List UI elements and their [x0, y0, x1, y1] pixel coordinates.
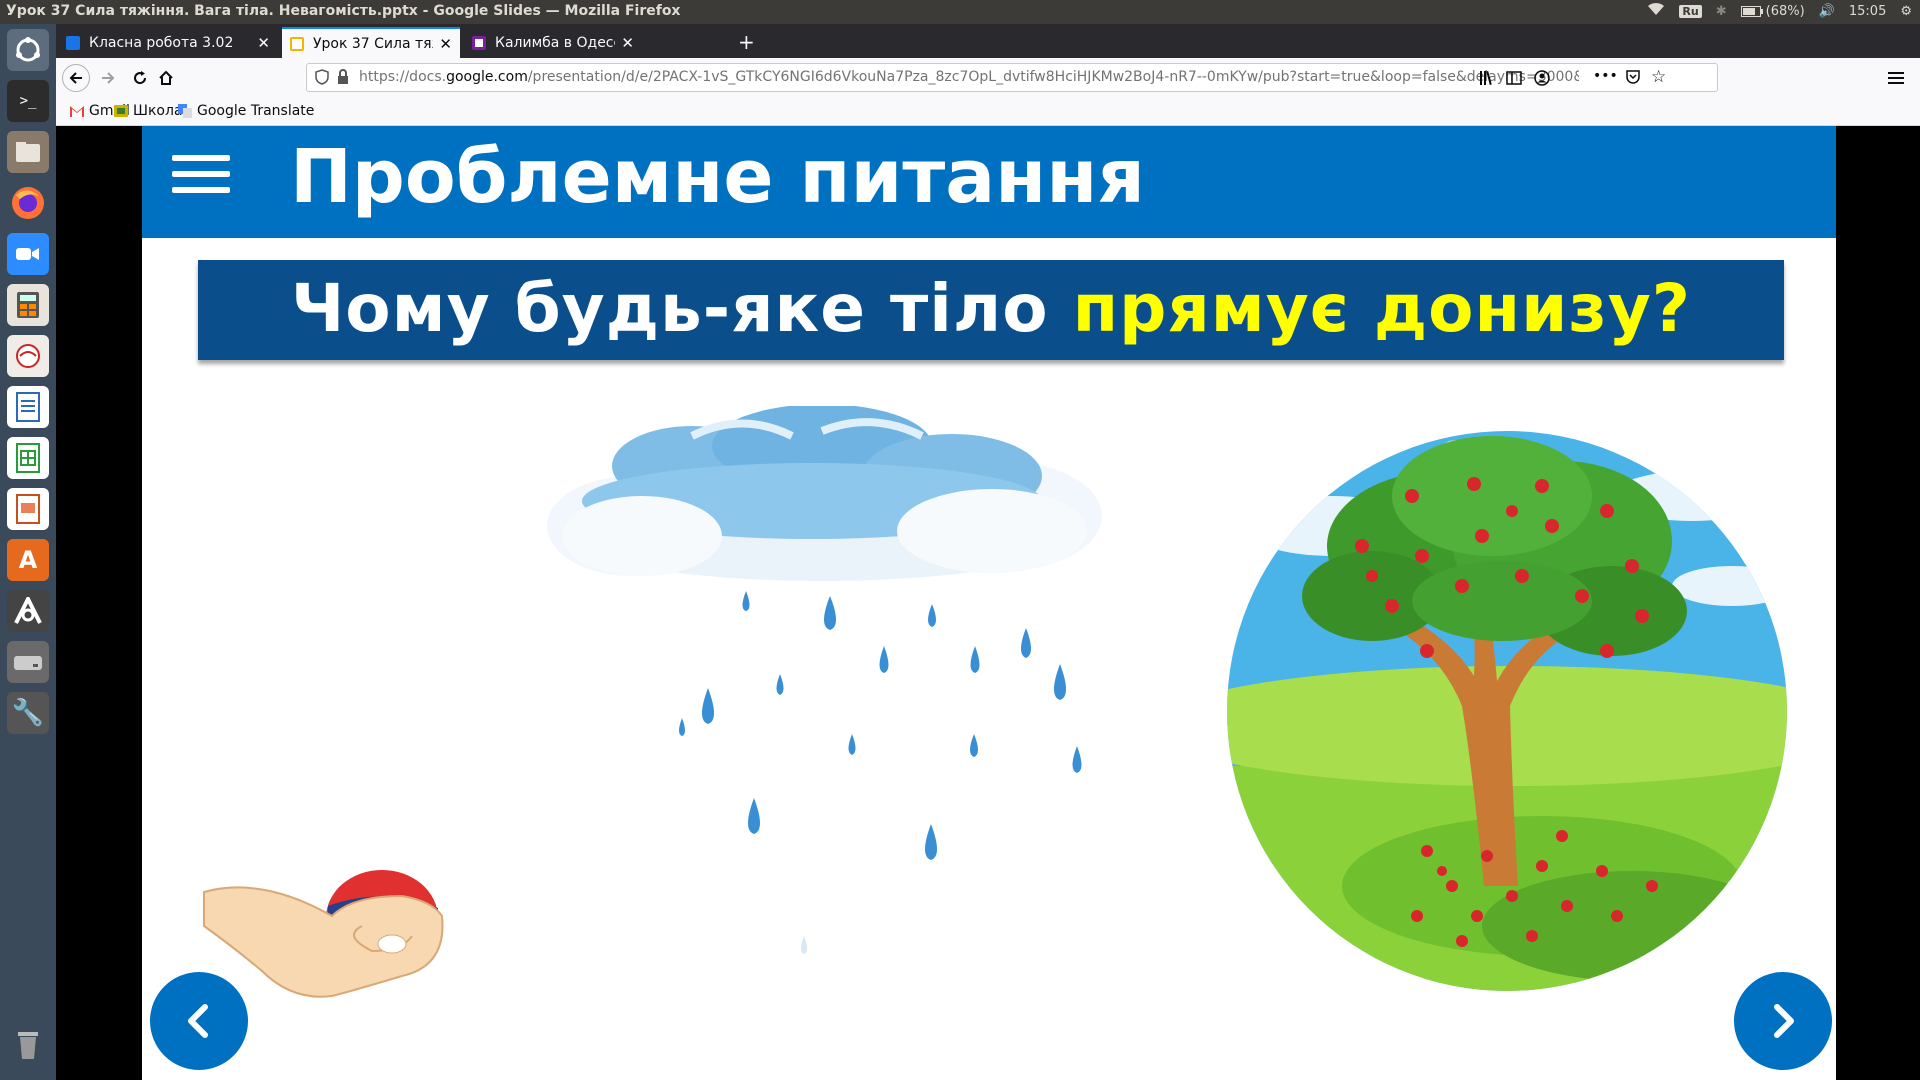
- account-button[interactable]: [1530, 66, 1554, 90]
- impress-icon[interactable]: [7, 488, 49, 530]
- writer-icon[interactable]: [7, 386, 49, 428]
- cloud: [547, 406, 1102, 581]
- close-tab-icon[interactable]: ✕: [621, 34, 634, 52]
- bookmark-google-translate[interactable]: Google Translate: [178, 103, 314, 119]
- tab-kalimba[interactable]: Калимба в Одессе. Цен ✕: [464, 27, 642, 58]
- translate-icon: [178, 104, 192, 118]
- tab-favicon-icon: [66, 35, 80, 50]
- reload-icon: [134, 71, 147, 85]
- previous-slide-button[interactable]: [150, 972, 248, 1070]
- drive-icon[interactable]: [7, 641, 49, 683]
- tab-title: Калимба в Одессе. Цен: [495, 34, 615, 51]
- bluetooth-icon[interactable]: ✱: [1716, 4, 1727, 19]
- system-settings-icon[interactable]: 🔧: [7, 692, 49, 734]
- trash-icon[interactable]: [7, 1024, 49, 1066]
- tab-bar: Класна робота 3.02 ✕ Урок 37 Сила тяжінн…: [56, 24, 1920, 58]
- system-tray: Ru ✱ (68%) 🔊 15:05 ⚙: [1647, 2, 1912, 20]
- folder-icon: [114, 105, 128, 117]
- home-button[interactable]: [154, 66, 178, 90]
- navigation-bar: https://docs.google.com/presentation/d/e…: [56, 58, 1920, 98]
- bookmark-label: Google Translate: [197, 103, 315, 119]
- chevron-right-icon: [1774, 1004, 1794, 1038]
- menu-icon[interactable]: [172, 155, 230, 203]
- pocket-icon[interactable]: [1625, 69, 1641, 89]
- battery-indicator[interactable]: (68%): [1740, 3, 1805, 19]
- chevron-left-icon: [188, 1004, 208, 1038]
- tab-title: Урок 37 Сила тяжіння. В: [313, 35, 433, 52]
- settings-gear-icon[interactable]: ⚙: [1900, 4, 1912, 19]
- hamburger-icon: [1888, 72, 1904, 84]
- window-titlebar: Урок 37 Сила тяжіння. Вага тіла. Невагом…: [0, 0, 1920, 24]
- bookmarks-toolbar: Gmail Школа Google Translate: [56, 98, 1920, 126]
- sidebar-button[interactable]: [1502, 66, 1526, 90]
- library-button[interactable]: [1476, 66, 1500, 90]
- battery-percent: (68%): [1765, 3, 1805, 19]
- calc-spreadsheet-icon[interactable]: [7, 437, 49, 479]
- sidebar-icon: [1506, 71, 1522, 85]
- gmail-icon: [70, 105, 84, 117]
- url-text: https://docs.google.com/presentation/d/e…: [359, 69, 1579, 85]
- next-slide-button[interactable]: [1734, 972, 1832, 1070]
- url-prefix: https://docs.: [359, 69, 447, 85]
- tab-title: Класна робота 3.02: [89, 34, 234, 51]
- bookmark-star-icon[interactable]: ☆: [1651, 67, 1666, 87]
- app-launcher-icon[interactable]: [7, 590, 49, 632]
- question-text-white: Чому будь-яке тіло: [290, 270, 1073, 347]
- software-center-icon[interactable]: A: [7, 539, 49, 581]
- zoom-icon[interactable]: [7, 233, 49, 275]
- slide: Проблемне питання Чому будь-яке тіло пря…: [142, 126, 1836, 1080]
- close-tab-icon[interactable]: ✕: [257, 34, 270, 52]
- app-menu-button[interactable]: [1884, 66, 1908, 90]
- disk-usage-icon[interactable]: [7, 335, 49, 377]
- dash-home-icon[interactable]: [7, 29, 49, 71]
- volume-icon[interactable]: 🔊: [1819, 4, 1835, 19]
- back-button[interactable]: [62, 64, 90, 92]
- forward-button[interactable]: [96, 66, 120, 90]
- close-tab-icon[interactable]: ✕: [439, 35, 452, 53]
- page-actions-button[interactable]: •••: [1593, 68, 1618, 84]
- clock[interactable]: 15:05: [1849, 4, 1886, 19]
- lock-icon[interactable]: [337, 69, 349, 89]
- rain-cloud-illustration: [547, 406, 1102, 954]
- page-content: Проблемне питання Чому будь-яке тіло пря…: [56, 126, 1920, 1080]
- tab-class-work[interactable]: Класна робота 3.02 ✕: [58, 27, 278, 58]
- calculator-icon[interactable]: [7, 284, 49, 326]
- wifi-icon[interactable]: [1647, 2, 1665, 20]
- bookmark-school[interactable]: Школа: [114, 103, 183, 119]
- tracking-shield-icon[interactable]: [315, 69, 329, 89]
- file-manager-icon[interactable]: [7, 131, 49, 173]
- new-tab-icon[interactable]: +: [738, 30, 755, 54]
- home-icon: [159, 70, 173, 85]
- bookmark-label: Школа: [133, 103, 183, 119]
- slide-title: Проблемне питання: [290, 134, 1145, 220]
- arrow-left-icon: [69, 72, 82, 84]
- firefox-icon[interactable]: [7, 182, 49, 224]
- hand-with-ball-illustration: [203, 870, 444, 998]
- tab-favicon-icon: [472, 35, 486, 50]
- tab-favicon-icon: [290, 36, 304, 51]
- raindrops: [679, 591, 1082, 954]
- window-title: Урок 37 Сила тяжіння. Вага тіла. Невагом…: [6, 3, 681, 19]
- question-text: Чому будь-яке тіло прямує донизу?: [198, 270, 1784, 347]
- question-text-highlight: прямує донизу?: [1072, 270, 1692, 347]
- arrow-right-icon: [102, 72, 115, 84]
- question-box: Чому будь-яке тіло прямує донизу?: [198, 260, 1784, 360]
- reload-button[interactable]: [128, 66, 152, 90]
- url-path: /presentation/d/e/2PACX-1vS_GTkCY6NGI6d6…: [527, 69, 1579, 85]
- account-icon: [1534, 70, 1550, 86]
- url-domain: google.com: [446, 69, 528, 85]
- slide-header: Проблемне питання: [142, 126, 1836, 238]
- battery-icon: [1740, 5, 1763, 17]
- launcher: >_ A 🔧: [0, 24, 56, 1080]
- apple-tree-illustration: [1227, 431, 1787, 991]
- tab-lesson-37[interactable]: Урок 37 Сила тяжіння. В ✕: [282, 27, 460, 58]
- terminal-icon[interactable]: >_: [7, 80, 49, 122]
- library-icon: [1480, 70, 1492, 86]
- keyboard-layout-indicator[interactable]: Ru: [1679, 4, 1702, 18]
